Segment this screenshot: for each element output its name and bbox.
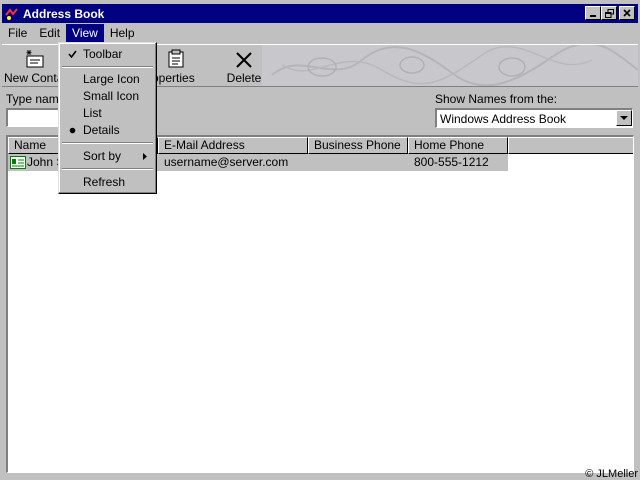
view-menu-list[interactable]: List [61, 105, 154, 122]
delete-x-icon [236, 52, 252, 68]
new-contact-label: New Conta [4, 71, 64, 85]
column-header-email[interactable]: E-Mail Address [158, 137, 308, 154]
delete-label: Delete [226, 71, 262, 85]
view-menu-details-label: Details [83, 123, 120, 137]
chevron-down-icon [620, 115, 628, 120]
menu-edit[interactable]: Edit [33, 24, 66, 43]
minimize-button[interactable] [585, 6, 601, 20]
view-menu-dropdown: Toolbar Large Icon Small Icon List Detai… [58, 42, 157, 194]
delete-button[interactable]: Delete [224, 47, 264, 85]
column-header-empty [508, 137, 633, 154]
restore-icon [604, 8, 614, 18]
radio-dot-icon [69, 127, 76, 134]
address-book-source-select[interactable]: Windows Address Book [435, 108, 633, 128]
window-title: Address Book [23, 6, 105, 21]
view-menu-small-icon[interactable]: Small Icon [61, 88, 154, 105]
minimize-icon [590, 15, 596, 17]
close-icon [623, 9, 631, 17]
new-contact-button[interactable]: New Conta [4, 47, 66, 85]
address-book-app-icon[interactable] [4, 6, 20, 22]
menu-file[interactable]: File [2, 24, 33, 43]
view-menu-small-icon-label: Small Icon [83, 89, 140, 103]
copyright-text: © JLMeller [585, 468, 638, 480]
menu-separator [62, 168, 153, 170]
address-book-window: Address Book File Edit View Help New Con… [0, 0, 640, 480]
close-button[interactable] [619, 6, 635, 20]
type-name-label: Type name [6, 92, 66, 106]
menu-separator [62, 142, 153, 144]
new-contact-icon [26, 50, 44, 68]
type-name-input[interactable] [6, 108, 60, 127]
title-bar[interactable]: Address Book [2, 4, 638, 23]
view-menu-sort-by[interactable]: Sort by [61, 148, 154, 165]
restore-button[interactable] [601, 6, 617, 20]
view-menu-large-icon-label: Large Icon [83, 72, 140, 86]
column-header-business-phone[interactable]: Business Phone [308, 137, 408, 154]
contact-card-icon [10, 156, 26, 169]
column-header-home-phone[interactable]: Home Phone [408, 137, 508, 154]
view-menu-refresh-label: Refresh [83, 175, 126, 189]
properties-icon [168, 49, 184, 68]
menu-view[interactable]: View [66, 24, 104, 43]
view-menu-refresh[interactable]: Refresh [61, 174, 154, 191]
view-menu-list-label: List [83, 106, 102, 120]
contact-home-phone: 800-555-1212 [414, 155, 489, 169]
checkmark-icon [68, 50, 77, 59]
contact-business-phone [314, 154, 408, 171]
menu-bar: File Edit View Help [2, 24, 141, 43]
contact-email: username@server.com [164, 155, 289, 169]
view-menu-sort-by-label: Sort by [83, 149, 122, 163]
dropdown-arrow-button[interactable] [616, 110, 632, 126]
show-names-label: Show Names from the: [435, 92, 558, 106]
menu-separator [62, 66, 153, 68]
view-menu-large-icon[interactable]: Large Icon [61, 71, 154, 88]
view-menu-toolbar[interactable]: Toolbar [61, 46, 154, 63]
menu-help[interactable]: Help [104, 24, 141, 43]
view-menu-toolbar-label: Toolbar [83, 47, 123, 61]
toolbar-background-art [262, 45, 638, 86]
view-menu-details[interactable]: Details [61, 122, 154, 139]
submenu-arrow-icon [143, 153, 147, 160]
address-book-source-value: Windows Address Book [440, 112, 567, 126]
